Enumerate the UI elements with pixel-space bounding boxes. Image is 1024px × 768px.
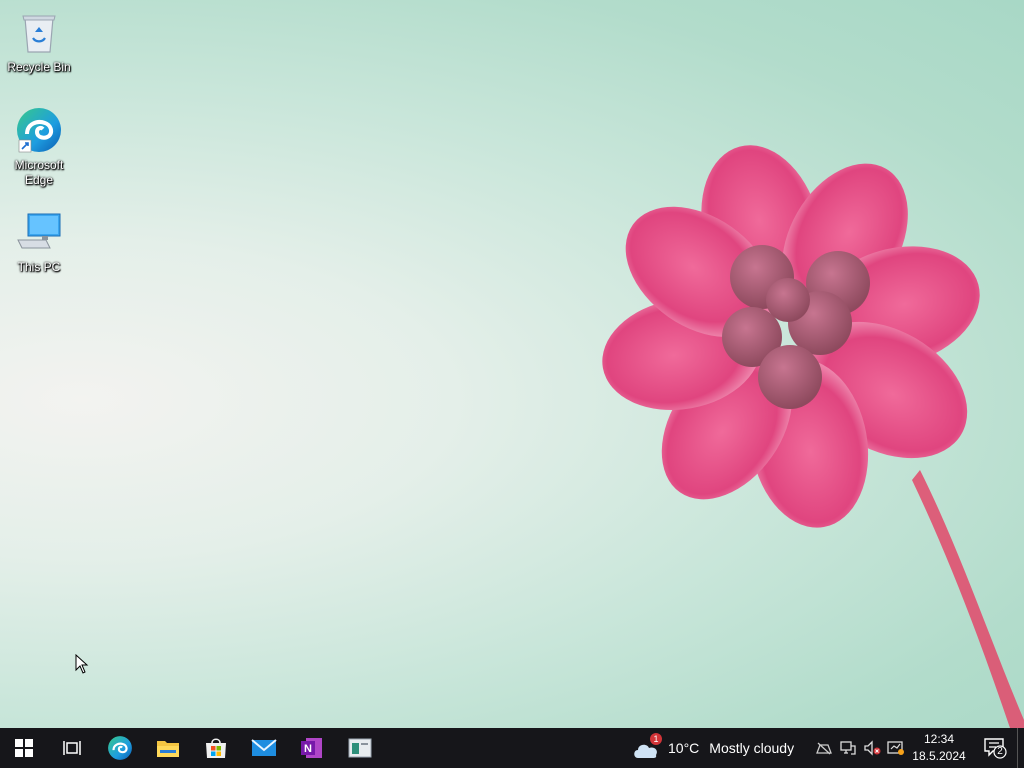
clock-time: 12:34 — [923, 732, 955, 746]
network-icon[interactable] — [836, 728, 860, 768]
desktop-icon-recycle-bin[interactable]: Recycle Bin — [1, 6, 77, 75]
desktop-icon-label: Recycle Bin — [7, 60, 71, 74]
wallpaper-flower — [602, 145, 1024, 728]
edge-icon — [108, 736, 132, 760]
weather-temperature: 10°C — [668, 740, 700, 756]
edge-icon — [13, 104, 65, 156]
task-view-icon — [63, 741, 81, 755]
onenote-icon: N — [301, 738, 322, 758]
taskbar-store-button[interactable] — [192, 728, 240, 768]
show-desktop-button[interactable] — [1017, 728, 1024, 768]
taskbar: N 1 10°C Mostly cloudy 12:34 18.5.2024 2 — [0, 728, 1024, 768]
desktop: Recycle Bin Microsoft Edge This PC — [0, 0, 1024, 728]
desktop-icon-label: This PC — [17, 260, 61, 274]
notification-count: 2 — [997, 746, 1003, 757]
cloud-icon: 1 — [632, 733, 662, 760]
task-view-button[interactable] — [48, 728, 96, 768]
window-app-icon — [348, 738, 372, 758]
taskbar-clock[interactable]: 12:34 18.5.2024 — [908, 731, 970, 765]
taskbar-app-button[interactable] — [336, 728, 384, 768]
volume-muted-icon[interactable] — [860, 728, 884, 768]
clock-date: 18.5.2024 — [912, 749, 966, 763]
mail-icon — [251, 739, 277, 756]
svg-text:N: N — [304, 743, 312, 755]
mouse-cursor-icon — [75, 654, 89, 674]
taskbar-onenote-button[interactable]: N — [288, 728, 336, 768]
desktop-icon-this-pc[interactable]: This PC — [1, 206, 77, 275]
store-icon — [206, 738, 226, 758]
taskbar-edge-button[interactable] — [96, 728, 144, 768]
desktop-icon-microsoft-edge[interactable]: Microsoft Edge — [1, 104, 77, 188]
desktop-icon-label: Microsoft Edge — [14, 158, 64, 187]
security-icon[interactable] — [884, 728, 908, 768]
network-offline-icon[interactable] — [812, 728, 836, 768]
weather-alert-badge: 1 — [650, 733, 662, 745]
recycle-bin-icon — [13, 6, 65, 58]
system-tray — [812, 728, 908, 768]
computer-icon — [13, 206, 65, 258]
weather-widget[interactable]: 1 10°C Mostly cloudy — [632, 728, 794, 768]
folder-icon — [157, 741, 179, 757]
taskbar-mail-button[interactable] — [240, 728, 288, 768]
start-button[interactable] — [0, 728, 48, 768]
windows-logo-icon — [15, 739, 33, 757]
weather-condition: Mostly cloudy — [709, 740, 795, 756]
taskbar-file-explorer-button[interactable] — [144, 728, 192, 768]
action-center-button[interactable]: 2 — [980, 728, 1010, 768]
